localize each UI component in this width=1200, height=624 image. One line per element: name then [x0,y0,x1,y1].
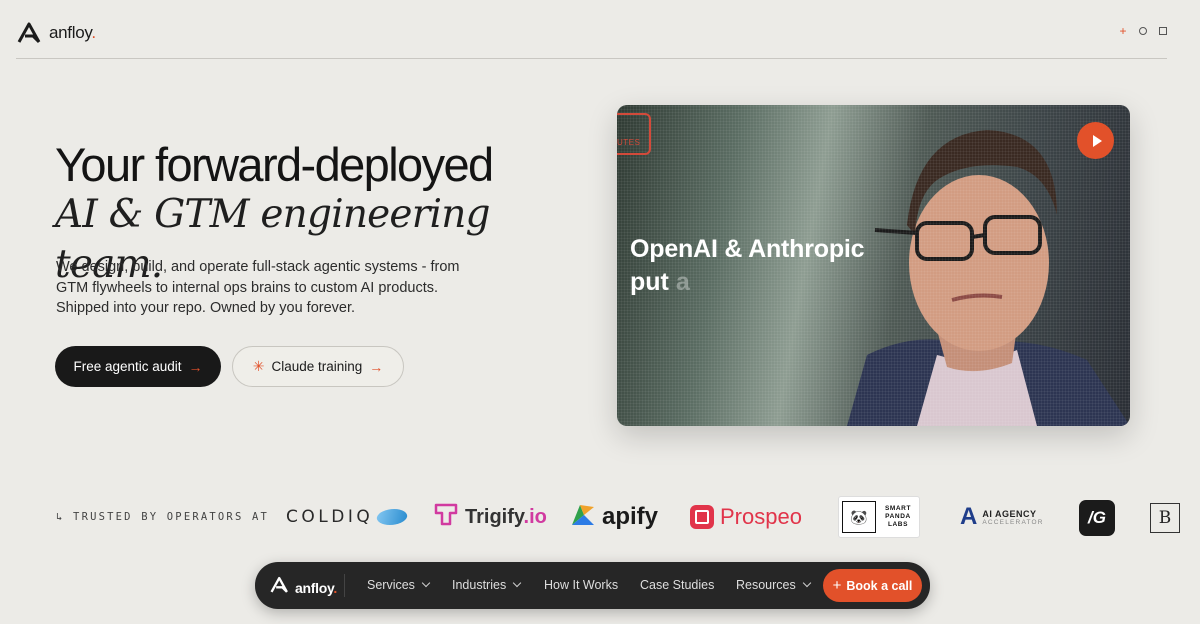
window-controls: + [1119,25,1167,37]
video-grain-overlay [617,105,1130,426]
arrow-right-icon: → [188,358,203,375]
navbar-brand-name: anfloy. [295,579,337,596]
nav-item-label: Case Studies [640,578,715,592]
navbar-divider [344,574,345,597]
chevron-down-icon [802,578,811,588]
hero-description-line: GTM flywheels to internal ops brains to … [56,279,438,296]
nav-item-services[interactable]: Services [367,578,431,592]
nav-item-case-studies[interactable]: Case Studies [640,578,714,592]
video-caption-line1: OpenAI & Anthropic [630,235,865,263]
video-corner-badge [617,113,651,155]
arrow-right-icon: → [369,358,384,375]
ai-agency-mark: A [960,503,978,530]
trigify-text: Trigify [465,505,524,528]
nav-item-how-it-works[interactable]: How It Works [544,578,618,592]
apify-logo: apify [570,497,658,537]
corner-arrow-icon: ↳ [56,511,74,523]
hero-video[interactable]: UTES OpenAI & Anthropic put a [617,105,1130,426]
trigify-mark-icon [433,501,459,533]
panda-faces-icon: 🐼 [842,501,876,533]
coldiq-swirl-icon [375,509,410,525]
prospeo-text: Prospeo [720,504,802,529]
navbar-brand[interactable]: anfloy. [270,576,337,599]
ai-agency-title: AI AGENCY [982,508,1037,519]
b-logo: B [1150,503,1180,533]
coldiq-logo: COLDIQ [286,497,410,537]
nav-item-label: Resources [736,578,796,592]
smart-panda-labs-text: SMART PANDA LABS [884,505,912,528]
play-icon [1092,134,1102,147]
trigify-suffix: .io [523,505,547,528]
chevron-down-icon [421,578,431,588]
brand-logo[interactable]: anfloy. [17,22,96,44]
smart-panda-labs-logo: 🐼 SMART PANDA LABS [838,496,920,538]
hero-description: We design, build, and operate full-stack… [56,257,476,319]
bottom-navbar: anfloy. Services Industries How It Works… [255,562,930,609]
hero-title-line1: Your forward-deployed [55,138,494,191]
apify-text: apify [602,503,659,530]
trigify-logo: Trigify.io [433,497,547,537]
ai-agency-accelerator-logo: A AI AGENCY ACCELERATOR [960,497,1044,537]
video-caption-line2: put a [630,268,690,296]
free-agentic-audit-label: Free agentic audit [73,359,182,374]
chevron-down-icon [512,578,522,588]
top-bar: anfloy. + [16,0,1167,59]
hero-description-line: We design, build, and operate full-stack… [56,259,460,275]
nav-item-label: How It Works [544,578,619,592]
nav-item-label: Services [367,578,415,592]
square-icon[interactable] [1159,27,1167,35]
apify-mark-icon [570,501,596,534]
claude-training-button[interactable]: ✳ Claude training → [232,346,404,387]
ig-logo: /G [1079,500,1115,536]
ai-agency-subtitle: ACCELERATOR [982,518,1044,526]
play-button[interactable] [1077,122,1114,159]
hero-description-line: Shipped into your repo. Owned by you for… [56,300,356,316]
claude-training-label: Claude training [271,359,363,374]
spark-icon: ✳ [252,358,265,374]
prospeo-logo: Prospeo [690,497,802,537]
anfloy-logo-icon [17,22,43,44]
book-a-call-button[interactable]: + Book a call [823,569,922,602]
plus-icon[interactable]: + [1119,25,1127,37]
book-a-call-label: Book a call [846,578,913,593]
anfloy-logo-icon [270,576,290,599]
video-corner-badge-text: UTES [617,138,641,147]
circle-icon[interactable] [1139,27,1147,35]
free-agentic-audit-button[interactable]: Free agentic audit → [55,346,221,387]
plus-icon: + [832,577,842,594]
brand-name: anfloy. [49,23,96,42]
prospeo-mark-icon [690,505,714,529]
nav-item-resources[interactable]: Resources [736,578,811,592]
trusted-by-label: ↳ TRUSTED BY OPERATORS AT [56,511,270,523]
coldiq-logo-text: COLDIQ [286,507,374,527]
nav-item-industries[interactable]: Industries [452,578,522,592]
nav-item-label: Industries [452,578,507,592]
